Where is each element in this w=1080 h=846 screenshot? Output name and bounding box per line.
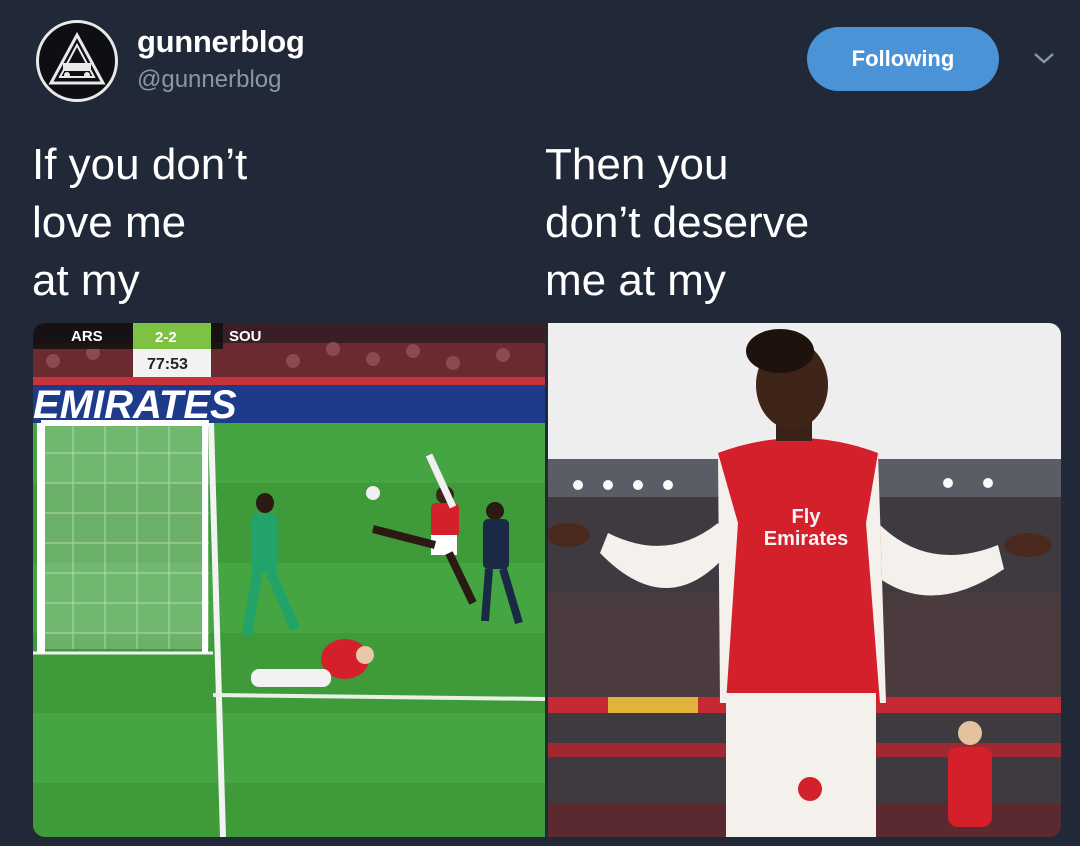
scoreboard-home-team: ARS [71,328,103,345]
scoreboard-score: 2-2 [155,329,177,346]
caption-right: Then you don’t deserve me at my [545,140,810,305]
scoreboard-clock: 77:53 [147,356,188,373]
scoreboard-away-team: SOU [229,328,262,345]
avatar[interactable] [36,20,118,102]
goal-scene-image: EMIRATES ARS 2-2 SOU 77:53 [33,323,545,837]
media-photo-right[interactable]: Fly Emirates [548,323,1061,837]
caption-left: If you don’t love me at my [32,140,248,305]
user-handle[interactable]: @gunnerblog [137,66,281,94]
display-name[interactable]: gunnerblog [137,24,305,60]
chevron-down-icon[interactable] [1030,48,1058,68]
player-celebration-image: Fly Emirates [548,323,1061,837]
following-button[interactable]: Following [807,27,999,91]
arsenal-cannon-crest-icon [48,31,106,85]
media-photo-left[interactable]: EMIRATES ARS 2-2 SOU 77:53 [33,323,545,837]
